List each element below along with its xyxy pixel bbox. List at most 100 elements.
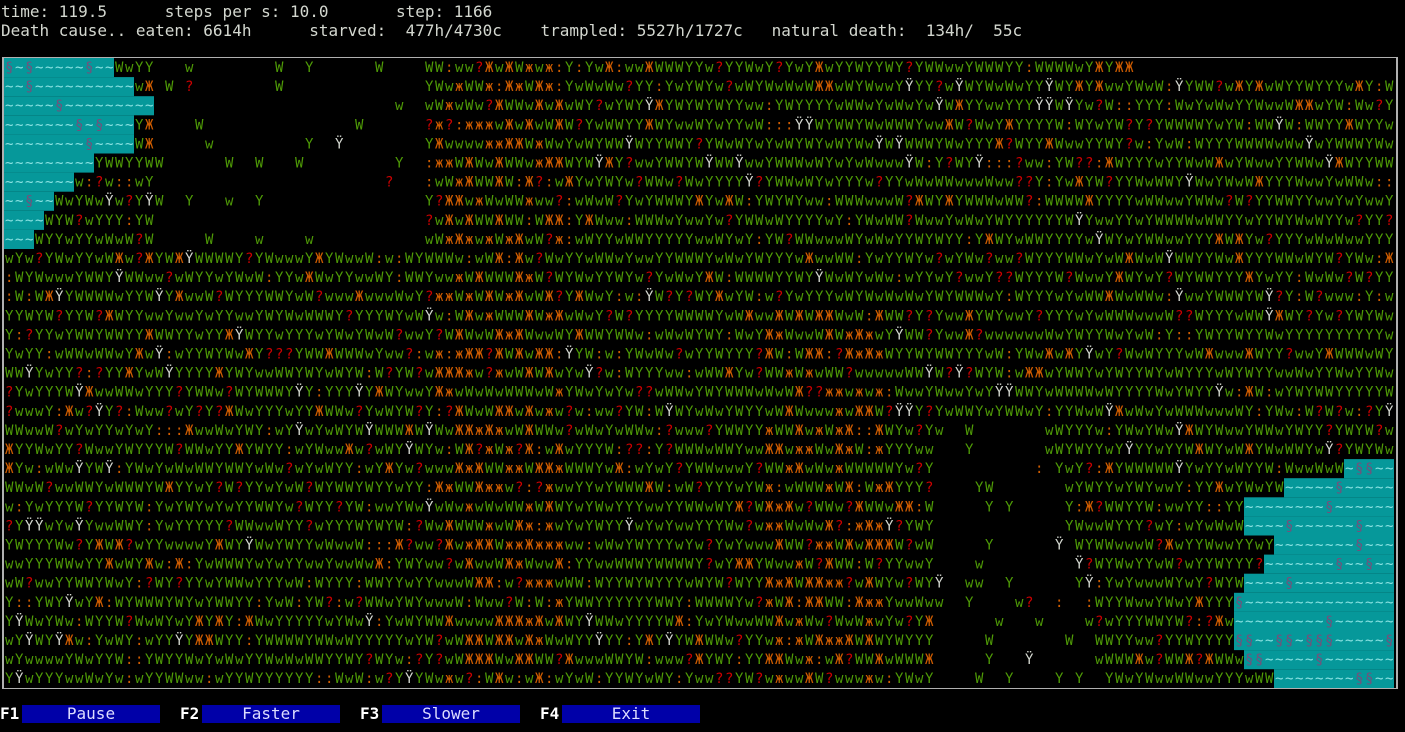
svg-text:~: ~ (1305, 538, 1313, 554)
svg-text:w: w (25, 423, 34, 439)
svg-text:Ж: Ж (475, 576, 484, 592)
svg-text:W: W (1135, 404, 1144, 420)
svg-text:ж: ж (875, 595, 884, 611)
svg-text:W: W (665, 60, 674, 76)
svg-text:W: W (765, 270, 774, 286)
svg-text:w: w (45, 442, 54, 458)
svg-text:?: ? (605, 308, 613, 324)
svg-text:Y: Y (225, 442, 234, 458)
svg-text:w: w (185, 308, 194, 324)
svg-text:~: ~ (1335, 499, 1343, 515)
svg-text:Y: Y (45, 671, 54, 687)
svg-text:Y: Y (625, 117, 634, 133)
svg-text:~: ~ (1275, 671, 1283, 687)
svg-text:ж: ж (445, 232, 454, 248)
svg-text:W: W (445, 251, 454, 267)
svg-text:ж: ж (465, 232, 474, 248)
svg-text:~: ~ (1345, 518, 1353, 534)
svg-text:W: W (1215, 576, 1224, 592)
svg-text:w: w (155, 308, 164, 324)
svg-text:Y: Y (565, 518, 574, 534)
svg-text:W: W (5, 480, 14, 496)
svg-text:w: w (745, 442, 754, 458)
faster-button[interactable]: F2 Faster (180, 704, 340, 724)
svg-text:?: ? (985, 251, 993, 267)
svg-text:Y: Y (565, 671, 574, 687)
svg-text:Y: Y (1185, 538, 1194, 554)
svg-text:w: w (635, 518, 644, 534)
svg-text:Y: Y (915, 251, 924, 267)
svg-text:Y: Y (665, 576, 674, 592)
svg-text:w: w (225, 499, 234, 515)
svg-text:W: W (535, 499, 544, 515)
svg-text:Y: Y (585, 117, 594, 133)
svg-text:W: W (1165, 557, 1174, 573)
svg-text:ж: ж (815, 538, 824, 554)
svg-text:W: W (125, 270, 134, 286)
svg-text:w: w (505, 480, 514, 496)
svg-text:Y: Y (955, 194, 964, 210)
slower-button[interactable]: F3 Slower (360, 704, 520, 724)
svg-text:W: W (965, 404, 974, 420)
svg-text:W: W (995, 366, 1004, 382)
svg-text:Y: Y (655, 366, 664, 382)
svg-text:Y: Y (365, 308, 374, 324)
svg-text:W: W (1295, 423, 1304, 439)
svg-text:w: w (695, 232, 704, 248)
exit-button[interactable]: F4 Exit (540, 704, 700, 724)
svg-text::: : (355, 576, 363, 592)
svg-text::: : (1215, 499, 1223, 515)
svg-text:w: w (1365, 251, 1374, 267)
svg-text:~: ~ (1345, 538, 1353, 554)
svg-text:Ж: Ж (215, 366, 224, 382)
svg-text:Y: Y (935, 194, 944, 210)
svg-text:?: ? (175, 385, 183, 401)
svg-text::: : (325, 671, 333, 687)
svg-text:~: ~ (1245, 518, 1253, 534)
svg-text:W: W (805, 557, 814, 573)
svg-text:Y: Y (235, 595, 244, 611)
svg-text:Ж: Ж (785, 576, 794, 592)
svg-text:Y: Y (985, 538, 994, 554)
svg-text:Y: Y (605, 576, 614, 592)
pause-button[interactable]: F1 Pause (0, 704, 160, 724)
svg-text:Y: Y (785, 289, 794, 305)
svg-text:W: W (815, 327, 824, 343)
svg-text:W: W (825, 423, 834, 439)
svg-text:Y: Y (1245, 251, 1254, 267)
svg-text:~: ~ (1245, 576, 1253, 592)
svg-text:w: w (745, 614, 754, 630)
svg-text:W: W (1115, 156, 1124, 172)
svg-text:w: w (275, 327, 284, 343)
svg-text:Ж: Ж (555, 442, 564, 458)
svg-text:§: § (25, 60, 33, 76)
svg-text:Y: Y (685, 60, 694, 76)
svg-text:Ÿ: Ÿ (955, 364, 964, 382)
svg-text:W: W (1195, 117, 1204, 133)
svg-text:~: ~ (45, 175, 53, 191)
svg-text::: : (565, 557, 573, 573)
svg-text::: : (855, 251, 863, 267)
svg-text:w: w (615, 213, 624, 229)
svg-text:W: W (1335, 366, 1344, 382)
svg-text:W: W (985, 175, 994, 191)
svg-text:Y: Y (745, 347, 754, 363)
svg-text:w: w (1085, 518, 1094, 534)
svg-text:W: W (1285, 251, 1294, 267)
svg-text::: : (465, 595, 473, 611)
svg-text:w: w (635, 251, 644, 267)
svg-text:~: ~ (1365, 499, 1373, 515)
svg-text:w: w (865, 136, 874, 152)
svg-text:W: W (1105, 327, 1114, 343)
svg-text:w: w (115, 576, 124, 592)
svg-text:W: W (435, 423, 444, 439)
svg-text:w: w (1235, 347, 1244, 363)
svg-text:w: w (875, 194, 884, 210)
svg-text:?: ? (185, 79, 193, 95)
svg-text:Ж: Ж (535, 461, 544, 477)
svg-text:W: W (535, 595, 544, 611)
svg-text:Y: Y (685, 79, 694, 95)
svg-text:w: w (1205, 175, 1214, 191)
svg-text:W: W (1335, 232, 1344, 248)
svg-text:w: w (455, 538, 464, 554)
